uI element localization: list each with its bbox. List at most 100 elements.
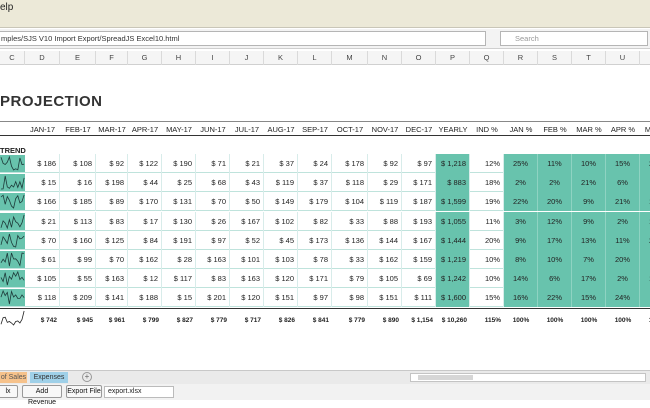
month-pct-cell[interactable]: 17% bbox=[572, 269, 606, 289]
month-value-cell[interactable]: $ 70 bbox=[196, 192, 230, 212]
month-value-cell[interactable]: $ 163 bbox=[196, 250, 230, 269]
column-letter[interactable]: R bbox=[504, 51, 538, 65]
month-value-cell[interactable]: $ 119 bbox=[264, 173, 298, 193]
month-value-cell[interactable]: $ 21 bbox=[230, 154, 264, 173]
month-value-cell[interactable]: $ 97 bbox=[402, 154, 436, 173]
month-value-cell[interactable]: $ 111 bbox=[402, 288, 436, 308]
month-value-cell[interactable]: $ 170 bbox=[128, 192, 162, 212]
month-value-cell[interactable]: $ 50 bbox=[230, 192, 264, 212]
month-value-cell[interactable]: $ 25 bbox=[162, 173, 196, 193]
month-value-cell[interactable]: $ 97 bbox=[298, 288, 332, 308]
total-month-cell[interactable]: $ 827 bbox=[162, 309, 196, 333]
month-value-cell[interactable]: $ 125 bbox=[96, 230, 128, 250]
month-value-cell[interactable]: $ 104 bbox=[332, 192, 368, 212]
month-value-cell[interactable]: $ 71 bbox=[196, 154, 230, 173]
month-pct-cell[interactable]: 9% bbox=[504, 230, 538, 250]
month-value-cell[interactable]: $ 179 bbox=[298, 192, 332, 212]
month-value-cell[interactable]: $ 15 bbox=[25, 173, 60, 193]
month-value-cell[interactable]: $ 37 bbox=[298, 173, 332, 193]
month-value-cell[interactable]: $ 12 bbox=[128, 269, 162, 289]
month-value-cell[interactable]: $ 178 bbox=[332, 154, 368, 173]
address-bar[interactable]: mples/SJS V10 Import Export/SpreadJS Exc… bbox=[0, 31, 486, 46]
month-pct-cell[interactable]: 13% bbox=[572, 230, 606, 250]
search-input[interactable]: Search bbox=[500, 31, 648, 46]
column-letter[interactable]: E bbox=[60, 51, 96, 65]
yearly-cell[interactable]: $ 1,219 bbox=[436, 250, 470, 269]
column-letter[interactable]: V bbox=[640, 51, 650, 65]
total-pct-cell[interactable]: 100% bbox=[504, 309, 538, 333]
month-value-cell[interactable]: $ 198 bbox=[96, 173, 128, 193]
month-value-cell[interactable]: $ 99 bbox=[60, 250, 96, 269]
month-pct-cell[interactable]: 16% bbox=[640, 211, 650, 231]
month-value-cell[interactable]: $ 118 bbox=[25, 288, 60, 308]
total-month-cell[interactable]: $ 779 bbox=[332, 309, 368, 333]
month-pct-cell[interactable]: 3% bbox=[640, 173, 650, 193]
ind-pct-cell[interactable]: 19% bbox=[470, 192, 504, 212]
month-value-cell[interactable]: $ 98 bbox=[332, 288, 368, 308]
month-pct-cell[interactable]: 14% bbox=[640, 269, 650, 289]
column-letter[interactable]: J bbox=[230, 51, 264, 65]
month-pct-cell[interactable]: 2% bbox=[538, 173, 572, 193]
month-pct-cell[interactable]: 15% bbox=[572, 288, 606, 308]
month-pct-cell[interactable]: 10% bbox=[572, 154, 606, 173]
month-pct-cell[interactable]: 3% bbox=[504, 211, 538, 231]
month-value-cell[interactable]: $ 92 bbox=[368, 154, 402, 173]
total-month-cell[interactable]: $ 826 bbox=[264, 309, 298, 333]
add-revenue-button[interactable]: Add Revenue bbox=[22, 385, 62, 406]
month-value-cell[interactable]: $ 78 bbox=[298, 250, 332, 269]
month-value-cell[interactable]: $ 92 bbox=[96, 154, 128, 173]
yearly-cell[interactable]: $ 1,055 bbox=[436, 211, 470, 231]
total-yearly-cell[interactable]: $ 10,260 bbox=[436, 309, 470, 333]
month-value-cell[interactable]: $ 193 bbox=[402, 211, 436, 231]
month-value-cell[interactable]: $ 61 bbox=[25, 250, 60, 269]
month-pct-cell[interactable]: 2% bbox=[640, 288, 650, 308]
month-pct-cell[interactable]: 25% bbox=[504, 154, 538, 173]
month-value-cell[interactable]: $ 149 bbox=[264, 192, 298, 212]
month-value-cell[interactable]: $ 105 bbox=[25, 269, 60, 289]
month-value-cell[interactable]: $ 33 bbox=[332, 211, 368, 231]
total-month-cell[interactable]: $ 779 bbox=[196, 309, 230, 333]
month-value-cell[interactable]: $ 120 bbox=[230, 288, 264, 308]
month-value-cell[interactable]: $ 70 bbox=[96, 250, 128, 269]
export-filename-input[interactable]: export.xlsx bbox=[104, 386, 174, 398]
column-letter[interactable]: K bbox=[264, 51, 298, 65]
column-letter[interactable]: N bbox=[368, 51, 402, 65]
month-pct-cell[interactable]: 22% bbox=[538, 288, 572, 308]
month-value-cell[interactable]: $ 43 bbox=[230, 173, 264, 193]
month-pct-cell[interactable]: 20% bbox=[606, 250, 640, 269]
month-value-cell[interactable]: $ 167 bbox=[230, 211, 264, 231]
month-value-cell[interactable]: $ 101 bbox=[230, 250, 264, 269]
month-value-cell[interactable]: $ 82 bbox=[298, 211, 332, 231]
month-value-cell[interactable]: $ 29 bbox=[368, 173, 402, 193]
month-value-cell[interactable]: $ 163 bbox=[96, 269, 128, 289]
total-month-cell[interactable]: $ 742 bbox=[25, 309, 60, 333]
month-value-cell[interactable]: $ 16 bbox=[60, 173, 96, 193]
column-letter[interactable]: F bbox=[96, 51, 128, 65]
column-letter[interactable]: D bbox=[25, 51, 60, 65]
column-letter[interactable]: I bbox=[196, 51, 230, 65]
month-pct-cell[interactable]: 7% bbox=[572, 250, 606, 269]
month-value-cell[interactable]: $ 162 bbox=[368, 250, 402, 269]
yearly-cell[interactable]: $ 1,600 bbox=[436, 288, 470, 308]
month-value-cell[interactable]: $ 186 bbox=[25, 154, 60, 173]
ind-pct-cell[interactable]: 10% bbox=[470, 269, 504, 289]
yearly-cell[interactable]: $ 1,218 bbox=[436, 154, 470, 173]
column-letter[interactable]: T bbox=[572, 51, 606, 65]
month-value-cell[interactable]: $ 33 bbox=[332, 250, 368, 269]
month-value-cell[interactable]: $ 167 bbox=[402, 230, 436, 250]
month-value-cell[interactable]: $ 171 bbox=[402, 173, 436, 193]
total-month-cell[interactable]: $ 717 bbox=[230, 309, 264, 333]
total-month-cell[interactable]: $ 799 bbox=[128, 309, 162, 333]
month-value-cell[interactable]: $ 113 bbox=[60, 211, 96, 231]
month-pct-cell[interactable]: 10% bbox=[538, 250, 572, 269]
column-letter[interactable]: H bbox=[162, 51, 196, 65]
month-value-cell[interactable]: $ 188 bbox=[128, 288, 162, 308]
column-letter[interactable]: P bbox=[436, 51, 470, 65]
month-pct-cell[interactable]: 12% bbox=[538, 211, 572, 231]
month-pct-cell[interactable]: 22% bbox=[504, 192, 538, 212]
month-pct-cell[interactable]: 14% bbox=[504, 269, 538, 289]
month-value-cell[interactable]: $ 52 bbox=[230, 230, 264, 250]
month-value-cell[interactable]: $ 118 bbox=[332, 173, 368, 193]
month-value-cell[interactable]: $ 26 bbox=[196, 211, 230, 231]
total-pct-cell[interactable]: 100% bbox=[538, 309, 572, 333]
